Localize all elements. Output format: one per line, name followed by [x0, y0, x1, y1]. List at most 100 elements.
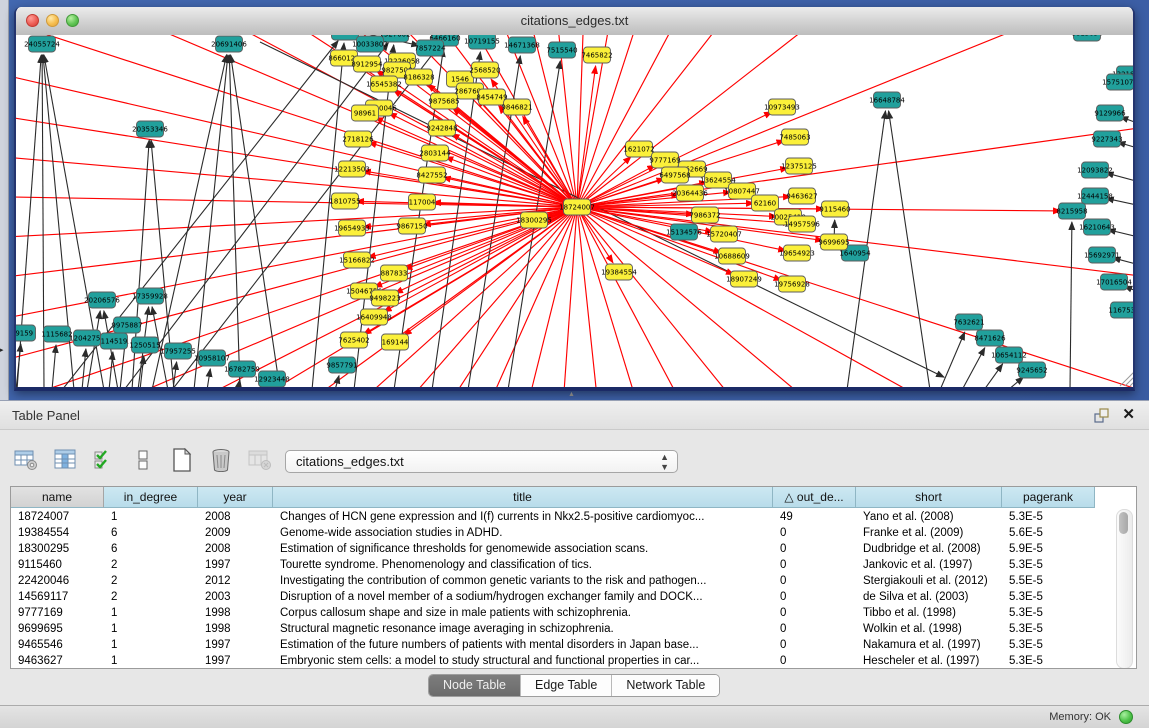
expand-arrow-icon[interactable]: ▸ — [0, 346, 4, 354]
graph-node[interactable]: 10973493 — [764, 99, 800, 115]
table-cell[interactable]: 2012 — [198, 573, 273, 589]
graph-node[interactable]: 17957255 — [160, 343, 196, 359]
table-cell[interactable]: 6 — [104, 541, 198, 557]
table-cell[interactable]: Nakamura et al. (1997) — [856, 637, 1002, 653]
graph-node[interactable]: 10688609 — [714, 248, 750, 264]
table-cell[interactable]: 5.6E-5 — [1002, 525, 1095, 541]
graph-node[interactable]: 12444158 — [1077, 188, 1113, 204]
graph-node[interactable]: 1621072 — [623, 141, 654, 157]
table-cell[interactable]: 2 — [104, 573, 198, 589]
graph-node[interactable]: 9245652 — [1016, 362, 1047, 378]
graph-node[interactable]: 9242848 — [426, 120, 457, 136]
close-panel-icon[interactable]: ✕ — [1122, 406, 1135, 423]
table-cell[interactable]: Jankovic et al. (1997) — [856, 557, 1002, 573]
graph-node[interactable]: 7632621 — [953, 314, 984, 330]
graph-node[interactable]: 12042757 — [69, 330, 105, 346]
graph-node[interactable]: 8215958 — [1056, 203, 1087, 219]
column-header-name[interactable]: name — [11, 487, 104, 508]
table-cell[interactable]: 1997 — [198, 637, 273, 653]
table-cell[interactable]: 5.3E-5 — [1002, 589, 1095, 605]
table-cell[interactable]: 1998 — [198, 605, 273, 621]
table-cell[interactable]: 2 — [104, 557, 198, 573]
row-height-icon[interactable] — [129, 446, 157, 474]
table-cell[interactable]: 0 — [773, 541, 856, 557]
table-cell[interactable]: Tourette syndrome. Phenomenology and cla… — [273, 557, 773, 573]
graph-node[interactable]: 9857791 — [326, 357, 357, 373]
graph-node[interactable]: 10654112 — [991, 347, 1027, 363]
graph-node[interactable]: 19654923 — [779, 245, 815, 261]
graph-node[interactable]: 12213503 — [334, 161, 370, 177]
column-visibility-icon[interactable] — [51, 446, 79, 474]
graph-node[interactable]: 9867150 — [396, 218, 427, 234]
graph-node[interactable]: 12923448 — [254, 371, 290, 387]
graph-node[interactable]: 8471626 — [974, 330, 1006, 346]
column-header-in-degree[interactable]: in_degree — [104, 487, 198, 508]
table-cell[interactable]: Estimation of significance thresholds fo… — [273, 541, 773, 557]
table-cell[interactable]: de Silva et al. (2003) — [856, 589, 1002, 605]
graph-node[interactable]: 20364436 — [672, 185, 708, 201]
graph-node[interactable]: 20353346 — [132, 121, 168, 137]
graph-node[interactable]: 2568520 — [469, 62, 500, 78]
graph-node[interactable]: 19654933 — [334, 220, 370, 236]
table-cell[interactable]: 0 — [773, 653, 856, 669]
graph-node[interactable]: 1250515 — [129, 337, 160, 353]
table-source-dropdown[interactable]: citations_edges.txt ▲▼ — [285, 450, 678, 473]
delete-column-icon[interactable] — [207, 446, 235, 474]
graph-node[interactable]: 9875685 — [428, 93, 459, 109]
graph-node[interactable]: 17359928 — [132, 288, 168, 304]
table-cell[interactable]: 9699695 — [11, 621, 104, 637]
graph-node[interactable]: 7465822 — [581, 47, 612, 63]
graph-node[interactable]: 117004 — [409, 194, 436, 210]
table-cell[interactable]: 5.3E-5 — [1002, 509, 1095, 525]
graph-node[interactable]: 24055724 — [24, 36, 60, 52]
table-cell[interactable]: 2 — [104, 589, 198, 605]
table-cell[interactable]: 2008 — [198, 541, 273, 557]
network-window-titlebar[interactable]: citations_edges.txt — [16, 7, 1133, 36]
graph-node[interactable]: 9975887 — [111, 317, 142, 333]
table-cell[interactable]: 19384554 — [11, 525, 104, 541]
table-cell[interactable]: Yano et al. (2008) — [856, 509, 1002, 525]
table-cell[interactable]: 2003 — [198, 589, 273, 605]
table-cell[interactable]: 9465546 — [11, 637, 104, 653]
table-scrollbar-thumb[interactable] — [1119, 512, 1128, 534]
graph-node[interactable]: 6497568 — [659, 167, 690, 183]
table-cell[interactable]: Stergiakouli et al. (2012) — [856, 573, 1002, 589]
graph-node[interactable]: 14671368 — [504, 37, 540, 53]
table-cell[interactable]: 5.3E-5 — [1002, 653, 1095, 669]
graph-node[interactable]: 15751074 — [1102, 74, 1133, 90]
table-cell[interactable]: Changes of HCN gene expression and I(f) … — [273, 509, 773, 525]
graph-node[interactable]: 15720407 — [706, 226, 742, 242]
graph-node[interactable]: 16409948 — [356, 309, 392, 325]
table-cell[interactable]: Estimation of the future numbers of pati… — [273, 637, 773, 653]
graph-node[interactable]: 10033803 — [352, 36, 388, 52]
graph-node[interactable]: 15166822 — [339, 252, 375, 268]
graph-node[interactable]: 12093822 — [1077, 162, 1113, 178]
graph-node[interactable]: 17016504 — [1096, 274, 1132, 290]
memory-ok-indicator[interactable] — [1119, 710, 1133, 724]
table-cell[interactable]: Embryonic stem cells: a model to study s… — [273, 653, 773, 669]
table-cell[interactable]: 1997 — [198, 653, 273, 669]
graph-node[interactable]: 15134576 — [666, 224, 702, 240]
table-cell[interactable]: 0 — [773, 557, 856, 573]
graph-node[interactable]: 8813054 — [1071, 35, 1103, 41]
table-cell[interactable]: 5.3E-5 — [1002, 621, 1095, 637]
graph-node[interactable]: 20691406 — [211, 36, 247, 52]
table-cell[interactable]: 1998 — [198, 621, 273, 637]
graph-node[interactable]: 9498223 — [369, 290, 400, 306]
table-cell[interactable]: Genome-wide association studies in ADHD. — [273, 525, 773, 541]
tab-network-table[interactable]: Network Table — [612, 675, 719, 696]
graph-node[interactable]: 98961 — [352, 105, 379, 121]
table-cell[interactable]: 1 — [104, 653, 198, 669]
graph-node[interactable]: 18300295 — [516, 212, 552, 228]
graph-node[interactable]: 169144 — [382, 334, 409, 350]
table-cell[interactable]: 18300295 — [11, 541, 104, 557]
table-cell[interactable]: 1 — [104, 621, 198, 637]
graph-node[interactable]: 7485063 — [779, 129, 810, 145]
graph-node[interactable]: 15692971 — [1084, 247, 1120, 263]
graph-node[interactable]: 10719155 — [464, 35, 500, 49]
table-scrollbar[interactable] — [1116, 509, 1133, 669]
graph-node[interactable]: 18724007 — [559, 199, 595, 215]
table-cell[interactable]: 1997 — [198, 557, 273, 573]
table-cell[interactable]: Hescheler et al. (1997) — [856, 653, 1002, 669]
node-table[interactable]: namein_degreeyeartitle△ out_de...shortpa… — [10, 486, 1137, 669]
